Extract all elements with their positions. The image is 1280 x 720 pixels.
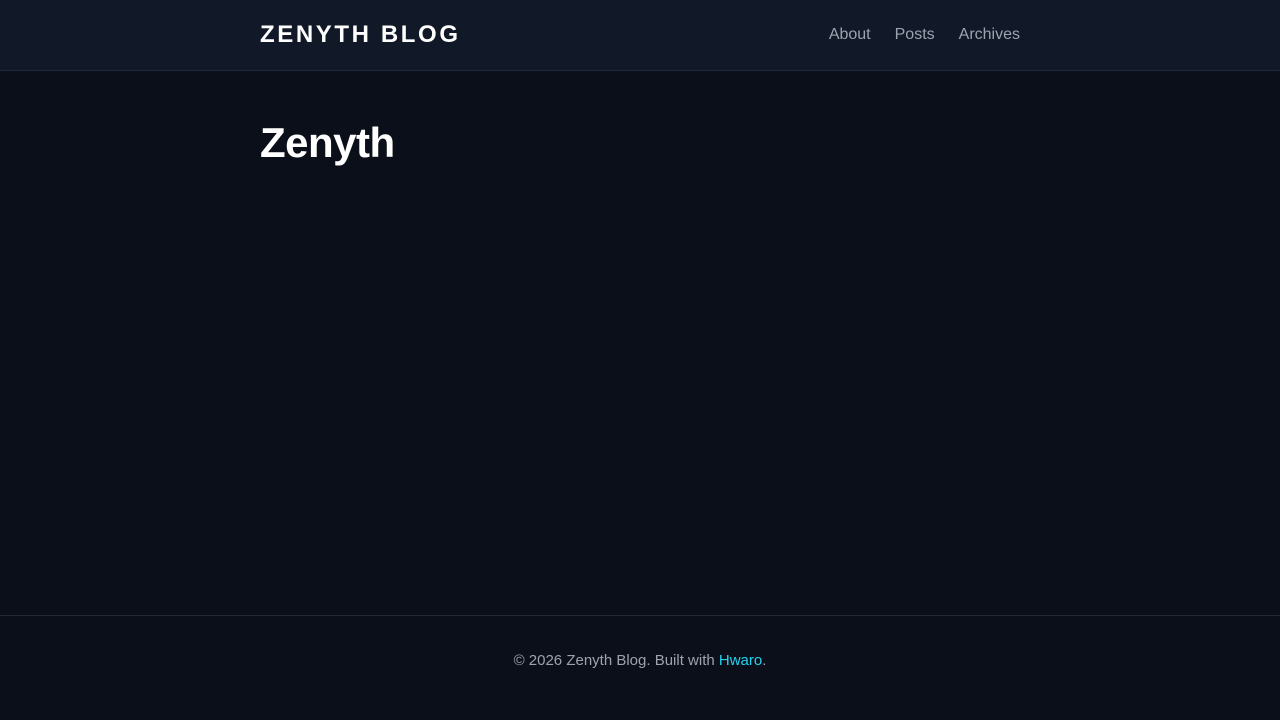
site-footer: © 2026 Zenyth Blog. Built with Hwaro.	[0, 615, 1280, 720]
footer-copyright: © 2026 Zenyth Blog. Built with	[513, 652, 719, 669]
main-content: Zenyth	[260, 118, 1020, 168]
header-container: ZENYTH BLOG About Posts Archives	[260, 0, 1020, 70]
nav-link-archives[interactable]: Archives	[959, 27, 1020, 43]
page: ZENYTH BLOG About Posts Archives Zenyth …	[0, 0, 1280, 720]
site-logo-link[interactable]: ZENYTH BLOG	[260, 23, 461, 47]
site-header: ZENYTH BLOG About Posts Archives	[0, 0, 1280, 71]
nav-link-posts[interactable]: Posts	[895, 27, 935, 43]
footer-suffix: .	[762, 652, 767, 669]
page-title: Zenyth	[260, 119, 395, 166]
main-nav: About Posts Archives	[829, 27, 1020, 43]
footer-text: © 2026 Zenyth Blog. Built with Hwaro.	[0, 652, 1280, 670]
footer-hwaro-link[interactable]: Hwaro	[719, 652, 762, 669]
nav-link-about[interactable]: About	[829, 27, 871, 43]
